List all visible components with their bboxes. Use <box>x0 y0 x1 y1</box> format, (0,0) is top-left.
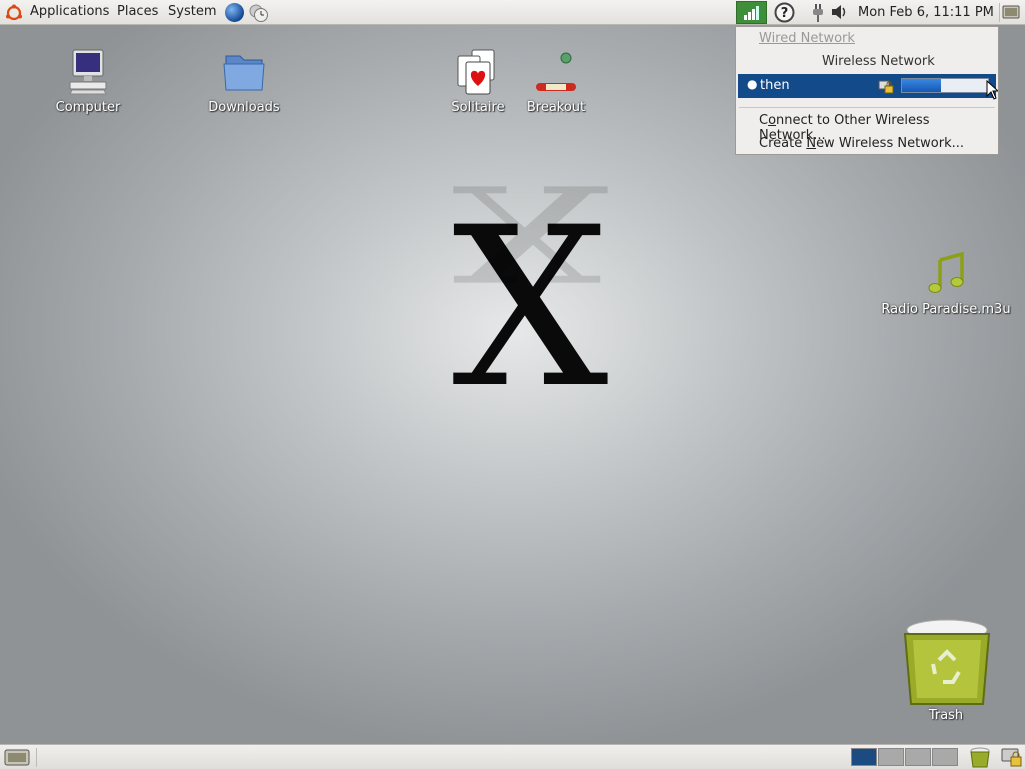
computer-icon <box>69 49 107 95</box>
workspace-3[interactable] <box>905 748 931 766</box>
network-item-then[interactable]: ● then <box>738 74 996 98</box>
top-panel: Applications Places System ? Mon Feb 6, … <box>0 0 1025 25</box>
workspace-2[interactable] <box>878 748 904 766</box>
cards-icon <box>457 49 495 95</box>
show-desktop-icon[interactable] <box>4 749 30 766</box>
desktop-icon-radio-paradise[interactable]: Radio Paradise.m3u <box>875 250 1017 317</box>
desktop-icon-label: Radio Paradise.m3u <box>881 302 1011 317</box>
desktop-icon-computer[interactable]: Computer <box>43 48 133 115</box>
desktop-icon-downloads[interactable]: Downloads <box>199 48 289 115</box>
lock-screen-icon[interactable] <box>1001 747 1023 768</box>
wired-network-header: Wired Network <box>736 27 998 50</box>
desktop-icon-label: Breakout <box>526 100 586 115</box>
wireless-network-label: Wireless Network <box>822 54 935 69</box>
bottom-panel <box>0 744 1025 769</box>
network-menu: Wired Network Wireless Network ● then Co… <box>735 26 999 155</box>
folder-icon <box>223 55 265 91</box>
ubuntu-logo-icon[interactable] <box>5 4 23 22</box>
signal-strength-icon <box>744 6 759 20</box>
create-new-suffix: ew Wireless Network... <box>816 136 965 151</box>
wired-network-label: Wired Network <box>759 31 855 46</box>
create-new-network-item[interactable]: Create New Wireless Network... <box>736 132 998 155</box>
create-new-prefix: Create <box>759 136 807 151</box>
system-menu[interactable]: System <box>168 4 216 19</box>
mouse-cursor-icon <box>986 80 998 100</box>
trash-applet-icon[interactable] <box>969 747 991 768</box>
applications-menu[interactable]: Applications <box>30 4 109 19</box>
workspace-4[interactable] <box>932 748 958 766</box>
places-menu[interactable]: Places <box>117 4 158 19</box>
workspace-1[interactable] <box>851 748 877 766</box>
desktop-icon-solitaire[interactable]: Solitaire <box>433 48 523 115</box>
wallpaper-x-reflection: X <box>452 155 609 309</box>
paddle-icon <box>536 52 576 91</box>
wireless-network-header: Wireless Network <box>736 50 998 73</box>
svg-text:?: ? <box>781 6 789 21</box>
clock-launcher-icon[interactable] <box>248 3 270 23</box>
trash-icon <box>903 619 991 705</box>
web-browser-icon[interactable] <box>224 2 245 23</box>
connect-other-prefix: C <box>759 113 769 128</box>
selected-bullet-icon: ● <box>747 77 758 91</box>
network-applet[interactable] <box>736 1 767 24</box>
power-plug-icon[interactable] <box>810 3 826 23</box>
lock-icon <box>878 80 894 94</box>
desktop-icon-breakout[interactable]: Breakout <box>511 48 601 115</box>
signal-strength-bar <box>901 78 989 93</box>
volume-icon[interactable] <box>830 4 848 20</box>
menu-separator <box>739 107 995 108</box>
help-icon[interactable]: ? <box>774 2 795 23</box>
create-new-mnemonic: N <box>806 136 817 151</box>
network-name: then <box>760 78 790 93</box>
clock[interactable]: Mon Feb 6, 11:11 PM <box>858 5 994 20</box>
panel-handle <box>36 748 37 767</box>
connect-other-mnemonic: o <box>768 113 777 128</box>
panel-divider <box>999 3 1000 22</box>
desktop-icon-label: Computer <box>55 100 121 115</box>
music-note-icon <box>928 251 964 293</box>
desktop-icon-label: Trash <box>928 708 964 723</box>
desktop-icon-label: Solitaire <box>451 100 505 115</box>
signal-strength-fill <box>902 79 941 92</box>
screen-icon[interactable] <box>1002 4 1020 21</box>
desktop-icon-label: Downloads <box>208 100 280 115</box>
desktop-icon-trash[interactable]: Trash <box>899 616 993 723</box>
connect-other-network-item[interactable]: Connect to Other Wireless Network... <box>736 109 998 143</box>
